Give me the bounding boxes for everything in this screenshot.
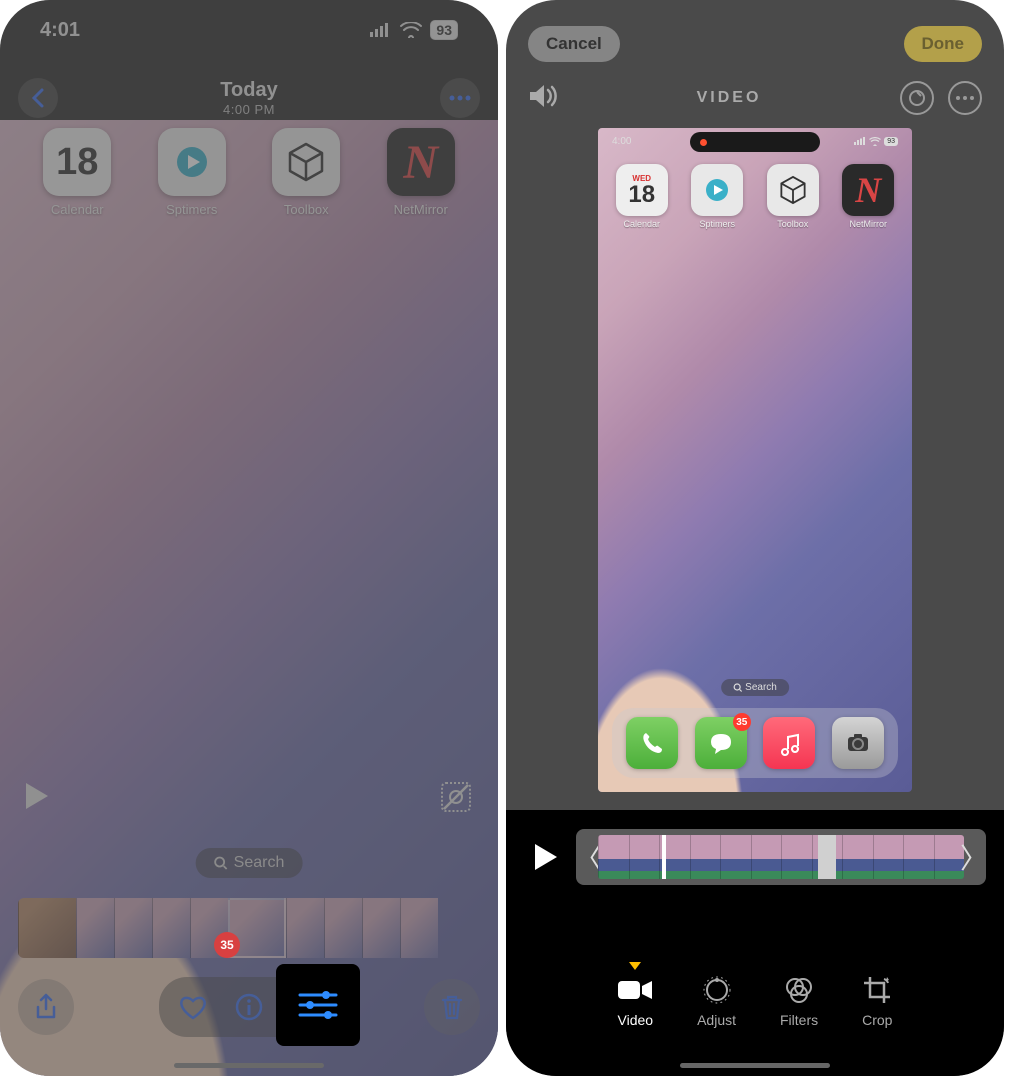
preview-search-pill: Search [721, 679, 789, 696]
delete-button[interactable] [424, 979, 480, 1035]
dock-music-icon [763, 717, 815, 769]
done-button[interactable]: Done [904, 26, 983, 62]
battery-level: 93 [430, 20, 458, 40]
more-options-button[interactable] [948, 81, 982, 115]
thumbnail[interactable] [362, 898, 400, 958]
cellular-icon [370, 23, 392, 37]
recording-dot-icon [700, 139, 707, 146]
trim-handle-start[interactable]: 〈 [578, 829, 598, 885]
sliders-icon [298, 989, 338, 1021]
nav-title: Today 4:00 PM [220, 79, 277, 117]
enhance-button[interactable] [900, 81, 934, 115]
thumbnail[interactable] [114, 898, 152, 958]
live-photo-toggle[interactable] [438, 779, 474, 820]
home-indicator[interactable] [680, 1063, 830, 1068]
edit-button[interactable] [276, 964, 360, 1046]
app-calendar: 18 Calendar [27, 128, 127, 217]
nav-title-main: Today [220, 79, 277, 102]
live-off-icon [438, 779, 474, 815]
home-indicator[interactable] [174, 1063, 324, 1068]
ellipsis-icon [449, 95, 471, 101]
status-bar: 4:01 93 [0, 0, 498, 60]
messages-badge: 35 [733, 713, 751, 731]
play-icon [533, 842, 559, 872]
more-button[interactable] [440, 78, 480, 118]
editor-topbar: Cancel Done [506, 20, 1004, 68]
adjust-icon [702, 975, 732, 1005]
thumbnail[interactable] [324, 898, 362, 958]
dock-camera-icon [832, 717, 884, 769]
search-pill: Search [196, 848, 303, 878]
frames-strip[interactable] [598, 835, 964, 879]
thumbnail[interactable] [152, 898, 190, 958]
filters-icon [784, 975, 814, 1005]
editor-title: VIDEO [697, 89, 762, 107]
ellipsis-icon [956, 96, 974, 100]
battery-icon: 93 [884, 137, 898, 146]
app-toolbox: Toolbox [256, 128, 356, 217]
info-icon [235, 993, 263, 1021]
play-button[interactable] [24, 781, 50, 816]
thumbnail-badge: 35 [214, 932, 240, 958]
info-button[interactable] [221, 983, 277, 1031]
timeline-area: 〈 〉 Video Adjust Filters [506, 810, 1004, 1076]
share-icon [34, 993, 58, 1021]
status-time: 4:01 [40, 19, 80, 42]
crop-icon [862, 975, 892, 1005]
heart-icon [178, 994, 208, 1020]
thumbnail[interactable] [76, 898, 114, 958]
thumbnail[interactable] [286, 898, 324, 958]
phone-photos-viewer: 4:01 93 Today 4:00 PM 18 Calendar Sp [0, 0, 498, 1076]
cancel-button[interactable]: Cancel [528, 26, 620, 62]
dial-icon [908, 89, 926, 107]
share-button[interactable] [18, 979, 74, 1035]
dynamic-island [690, 132, 820, 152]
thumbnail[interactable] [18, 898, 76, 958]
speaker-icon [528, 83, 558, 109]
app-sptimers: Sptimers [142, 128, 242, 217]
thumbnail-strip[interactable] [18, 898, 480, 958]
video-preview[interactable]: 4:00 93 WED18 Calendar Sptimers Toolbox [598, 128, 912, 792]
app-netmirror: N NetMirror [371, 128, 471, 217]
tab-crop[interactable]: Crop [862, 974, 892, 1028]
trimmer[interactable]: 〈 〉 [576, 829, 986, 885]
preview-dock: 35 [612, 708, 898, 778]
search-icon [214, 856, 228, 870]
chevron-left-icon [31, 88, 45, 108]
timeline-play-button[interactable] [524, 835, 568, 879]
editor-tabs: Video Adjust Filters Crop [506, 974, 1004, 1028]
mute-button[interactable] [528, 83, 558, 114]
wifi-icon [400, 22, 422, 38]
dock-phone-icon [626, 717, 678, 769]
tab-filters[interactable]: Filters [780, 974, 818, 1028]
playhead[interactable] [662, 835, 666, 879]
trim-handle-end[interactable]: 〉 [964, 829, 984, 885]
bottom-toolbar [18, 976, 480, 1038]
back-button[interactable] [18, 78, 58, 118]
nav-title-sub: 4:00 PM [220, 102, 277, 117]
tab-video[interactable]: Video [618, 974, 654, 1028]
trash-icon [440, 993, 464, 1021]
editor-header: VIDEO [506, 78, 1004, 118]
preview-time: 4:00 [612, 136, 631, 147]
favorite-button[interactable] [165, 983, 221, 1031]
wifi-icon [869, 137, 881, 146]
video-icon [618, 979, 652, 1001]
thumbnail[interactable] [400, 898, 438, 958]
phone-video-editor: Cancel Done VIDEO 4:00 93 [506, 0, 1004, 1076]
nav-bar: Today 4:00 PM [0, 72, 498, 124]
dock-messages-icon: 35 [695, 717, 747, 769]
play-icon [24, 781, 50, 811]
tab-adjust[interactable]: Adjust [697, 974, 736, 1028]
cellular-icon [854, 137, 866, 145]
